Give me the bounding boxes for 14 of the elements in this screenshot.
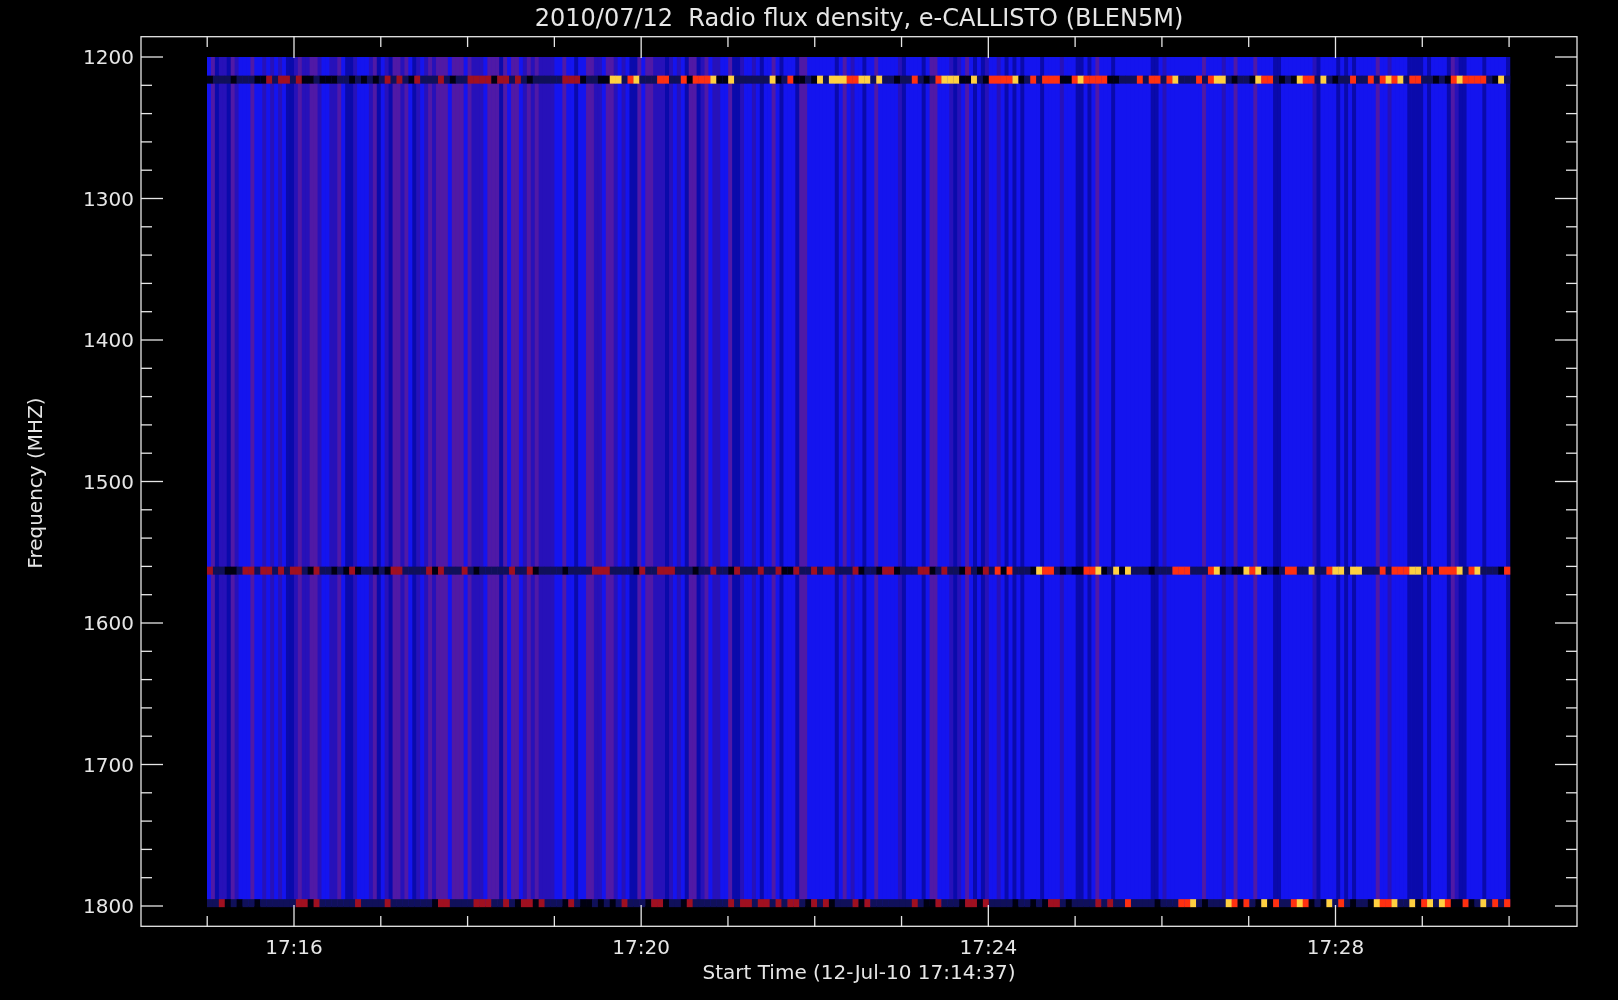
y-tick-label: 1700 xyxy=(83,752,134,777)
y-tick-label: 1500 xyxy=(83,469,134,494)
y-tick-label: 1200 xyxy=(83,45,134,69)
x-tick-label: 17:28 xyxy=(1306,935,1365,959)
chart-title: 2010/07/12 Radio flux density, e-CALLISTO (BLEN5M) xyxy=(534,4,1184,32)
x-axis-label: Start Time (12-Jul-10 17:14:37) xyxy=(702,961,1016,983)
x-tick-label: 17:24 xyxy=(959,935,1018,959)
x-tick-label: 17:16 xyxy=(265,935,323,959)
y-tick-label: 1300 xyxy=(83,186,134,211)
x-tick-label: 17:20 xyxy=(612,935,670,959)
y-tick-label: 1800 xyxy=(83,894,134,918)
y-tick-label: 1600 xyxy=(83,611,134,635)
y-axis-label: Frequency (MHZ) xyxy=(23,397,47,569)
y-tick-label: 1400 xyxy=(83,328,134,352)
